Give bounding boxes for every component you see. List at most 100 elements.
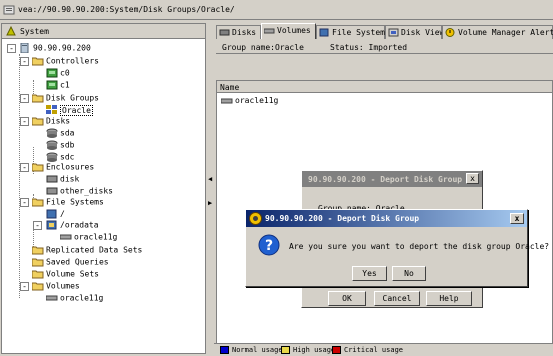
expand-controllers-toggle[interactable]: - [20, 57, 29, 66]
dialog-title: 90.90.90.200 - Deport Disk Group [308, 175, 463, 184]
collapse-left-icon[interactable]: ◀ [208, 175, 212, 183]
no-button[interactable]: No [392, 266, 426, 281]
tree-node-replicated-data-sets[interactable]: Replicated Data Sets [32, 245, 142, 256]
disk-icon [219, 29, 230, 36]
ok-button[interactable]: OK [328, 291, 366, 306]
folder-icon [32, 94, 44, 103]
question-icon: ? [258, 234, 280, 256]
tree-node-root[interactable]: 90.90.90.200 [19, 43, 91, 54]
expand-enclosures-toggle[interactable]: - [20, 163, 29, 172]
normal-usage-swatch [220, 346, 229, 354]
tab-volumes[interactable]: Volumes [261, 23, 316, 39]
pane-splitter[interactable]: ◀ ▶ [206, 23, 214, 354]
tree-node-disk[interactable]: sda [46, 128, 74, 139]
tab-strip: Disks Volumes File Systems Disk View Vol… [214, 23, 553, 39]
tree-node-volume-sets[interactable]: Volume Sets [32, 269, 99, 280]
folder-icon [32, 246, 44, 255]
disk-view-icon [388, 28, 399, 37]
usage-legend: Normal usage High usage Critical usage [214, 343, 553, 356]
tab-volume-manager-alerts[interactable]: Volume Manager Alerts [442, 25, 553, 39]
expand-root-toggle[interactable]: - [7, 44, 16, 53]
tree-node-file-system[interactable]: /oradata [46, 220, 99, 231]
expand-disks-toggle[interactable]: - [20, 117, 29, 126]
tree-node-disk-groups[interactable]: Disk Groups [32, 93, 99, 104]
tree-node-disk-group-oracle[interactable]: Oracle [46, 104, 93, 116]
disk-icon [46, 152, 58, 162]
folder-icon [32, 117, 44, 126]
controller-icon [46, 68, 58, 78]
file-system-icon [319, 28, 329, 37]
confirm-message: Are you sure you want to deport the disk… [289, 242, 550, 251]
address-path: vea://90.90.90.200:System/Disk Groups/Or… [18, 5, 235, 14]
volume-icon [221, 98, 233, 103]
close-icon[interactable]: x [510, 213, 524, 224]
tree-node-saved-queries[interactable]: Saved Queries [32, 257, 109, 268]
svg-text:?: ? [265, 238, 273, 254]
system-icon [6, 26, 16, 36]
close-icon[interactable]: x [466, 173, 479, 184]
dialog-titlebar: 90.90.90.200 - Deport Disk Group x [302, 171, 482, 187]
folder-icon [32, 57, 44, 66]
server-icon [20, 43, 29, 53]
tree-node-file-system[interactable]: / [46, 209, 65, 220]
folder-icon [32, 282, 44, 291]
object-tree: - 90.90.90.200 - Controllers c0 c1 - Dis… [2, 39, 205, 353]
tree-node-enclosure[interactable]: disk [46, 174, 79, 185]
file-system-icon [46, 220, 57, 230]
status-text: Status: Imported [330, 43, 408, 52]
object-tree-pane: System - 90.90.90.200 - Controllers c0 c… [1, 23, 206, 354]
disk-icon [46, 128, 58, 138]
expand-disk-groups-toggle[interactable]: - [20, 94, 29, 103]
yes-button[interactable]: Yes [352, 266, 387, 281]
cancel-button[interactable]: Cancel [374, 291, 420, 306]
tree-node-disks[interactable]: Disks [32, 116, 70, 127]
address-bar: vea://90.90.90.200:System/Disk Groups/Or… [0, 0, 553, 20]
app-icon [249, 212, 262, 225]
confirm-titlebar: 90.90.90.200 - Deport Disk Group x [246, 210, 527, 227]
confirm-deport-dialog: 90.90.90.200 - Deport Disk Group x ? Are… [245, 209, 549, 287]
alert-icon [445, 28, 455, 37]
legend-normal: Normal usage [220, 346, 283, 354]
folder-icon [32, 163, 44, 172]
confirm-title: 90.90.90.200 - Deport Disk Group [265, 214, 420, 223]
tree-header: System [2, 24, 205, 39]
folder-icon [32, 258, 44, 267]
disk-group-info-bar: Group name:Oracle Status: Imported [216, 40, 553, 54]
legend-high: High usage [281, 346, 335, 354]
volume-icon [60, 234, 72, 240]
expand-volumes-toggle[interactable]: - [20, 282, 29, 291]
column-header-name[interactable]: Name [217, 81, 552, 93]
tree-node-enclosure[interactable]: other_disks [46, 186, 113, 197]
controller-icon [46, 80, 58, 90]
folder-icon [32, 198, 44, 207]
tree-node-disk[interactable]: sdb [46, 140, 74, 151]
tree-node-controllers[interactable]: Controllers [32, 56, 99, 67]
path-icon [3, 5, 15, 15]
tree-node-volume[interactable]: oracle11g [46, 293, 103, 304]
volume-icon [264, 28, 275, 34]
file-system-icon [46, 209, 57, 219]
tree-node-volumes[interactable]: Volumes [32, 281, 80, 292]
list-item[interactable]: oracle11g [221, 96, 278, 105]
disk-group-icon [46, 105, 57, 114]
expand-file-systems-toggle[interactable]: - [20, 198, 29, 207]
collapse-right-icon[interactable]: ▶ [208, 199, 212, 207]
enclosure-icon [46, 175, 58, 183]
tab-disks[interactable]: Disks [216, 25, 261, 39]
tree-node-volume[interactable]: oracle11g [60, 232, 117, 243]
high-usage-swatch [281, 346, 290, 354]
expand-oradata-toggle[interactable]: - [33, 221, 42, 230]
tree-node-enclosures[interactable]: Enclosures [32, 162, 94, 173]
tree-node-controller[interactable]: c1 [46, 80, 70, 91]
tree-node-controller[interactable]: c0 [46, 68, 70, 79]
tab-file-systems[interactable]: File Systems [316, 25, 390, 39]
tree-node-file-systems[interactable]: File Systems [32, 197, 104, 208]
help-button[interactable]: Help [426, 291, 472, 306]
volume-icon [46, 295, 58, 301]
critical-usage-swatch [332, 346, 341, 354]
tab-disk-view[interactable]: Disk View [385, 25, 444, 39]
tree-header-label: System [20, 27, 49, 36]
group-name-text: Group name:Oracle [222, 43, 304, 52]
enclosure-icon [46, 187, 58, 195]
legend-critical: Critical usage [332, 346, 403, 354]
